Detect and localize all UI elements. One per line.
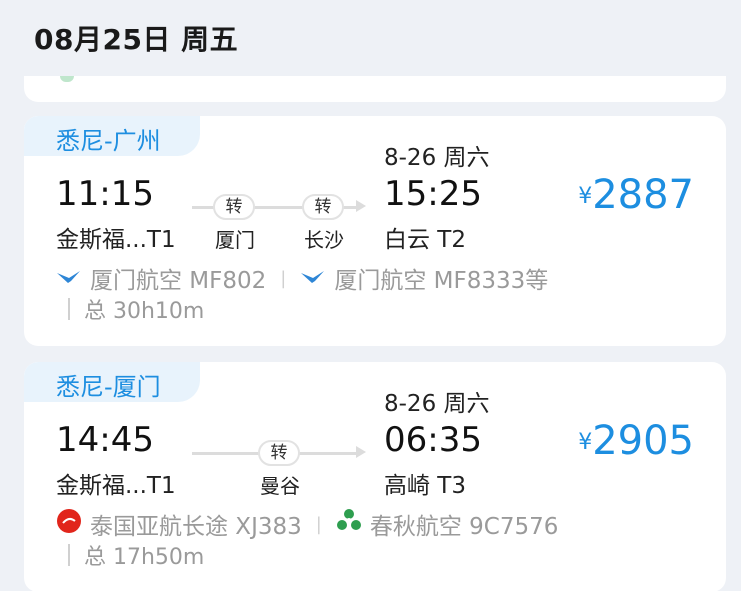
date-header: 08月25日 周五 xyxy=(0,0,741,82)
duration-row: 总 17h50m xyxy=(56,540,204,570)
airline-label: 泰国亚航长途 XJ383 xyxy=(90,514,302,540)
previous-flight-card[interactable] xyxy=(24,76,726,102)
total-duration: 总 17h50m xyxy=(84,545,205,570)
route-label: 悉尼-厦门 xyxy=(56,373,161,401)
transfer-badge: 转 xyxy=(258,440,300,466)
spring-airlines-logo-icon xyxy=(336,508,362,540)
arrow-head-icon xyxy=(356,446,366,458)
arrival-airport: 高崎 T3 xyxy=(384,473,466,499)
flight-card[interactable]: 悉尼-广州 11:15 金斯福...T1 转 厦门 转 长沙 8-26 周六 1… xyxy=(24,116,726,346)
xiamen-airlines-egret-icon xyxy=(300,265,326,291)
route-label: 悉尼-广州 xyxy=(56,127,161,155)
transfer-city: 曼谷 xyxy=(260,474,300,498)
date-title: 08月25日 周五 xyxy=(34,23,239,56)
departure-time: 14:45 xyxy=(56,420,154,460)
arrival-time: 15:25 xyxy=(384,174,482,214)
currency-symbol: ¥ xyxy=(578,430,593,455)
arrival-date: 8-26 周六 xyxy=(384,391,490,417)
price: ¥2905 xyxy=(578,418,694,464)
divider: | xyxy=(280,267,287,289)
flight-card[interactable]: 悉尼-厦门 14:45 金斯福...T1 转 曼谷 8-26 周六 06:35 … xyxy=(24,362,726,591)
divider xyxy=(68,298,70,320)
airline-label: 厦门航空 MF802 xyxy=(90,268,267,294)
transfer-city: 厦门 xyxy=(215,228,255,252)
transfer-badge: 转 xyxy=(213,194,255,220)
price-value: 2887 xyxy=(592,172,694,218)
divider: | xyxy=(315,513,322,535)
airasia-logo-icon xyxy=(56,508,82,540)
xiamen-airlines-egret-icon xyxy=(56,265,82,291)
arrival-airport: 白云 T2 xyxy=(384,227,466,253)
airline-label: 厦门航空 MF8333等 xyxy=(334,268,549,294)
airline-logo-icon xyxy=(60,76,74,82)
transfer-badge: 转 xyxy=(302,194,344,220)
transfer-city: 长沙 xyxy=(304,228,344,252)
route-tag: 悉尼-厦门 xyxy=(24,362,200,402)
airline-label: 春秋航空 9C7576 xyxy=(369,514,559,540)
arrival-time: 06:35 xyxy=(384,420,482,460)
departure-time: 11:15 xyxy=(56,174,154,214)
price-value: 2905 xyxy=(592,418,694,464)
arrow-head-icon xyxy=(356,200,366,212)
route-tag: 悉尼-广州 xyxy=(24,116,200,156)
currency-symbol: ¥ xyxy=(578,184,593,209)
divider xyxy=(68,544,70,566)
departure-airport: 金斯福...T1 xyxy=(56,473,176,499)
arrival-date: 8-26 周六 xyxy=(384,145,490,171)
duration-row: 总 30h10m xyxy=(56,294,204,324)
airline-row: 厦门航空 MF802 | 厦门航空 MF8333等 xyxy=(56,262,548,294)
price: ¥2887 xyxy=(578,172,694,218)
departure-airport: 金斯福...T1 xyxy=(56,227,176,253)
total-duration: 总 30h10m xyxy=(84,299,205,324)
airline-row: 泰国亚航长途 XJ383 | 春秋航空 9C7576 xyxy=(56,508,558,540)
